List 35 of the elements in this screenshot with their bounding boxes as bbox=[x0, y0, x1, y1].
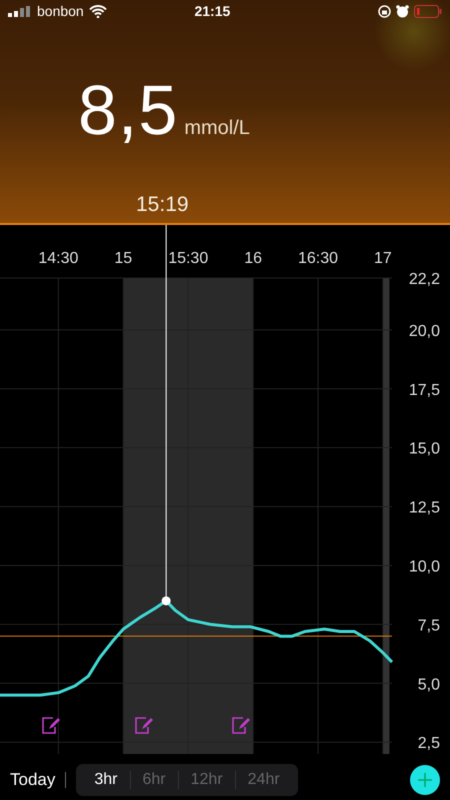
value-label: 22,2 bbox=[408, 271, 440, 288]
value-label: 7,5 bbox=[418, 618, 440, 635]
range-tab[interactable]: 3hr bbox=[82, 771, 130, 790]
plus-icon bbox=[418, 773, 432, 788]
range-tab[interactable]: 24hr bbox=[234, 771, 292, 790]
unit-label: mmol/L bbox=[184, 117, 250, 140]
cursor-line[interactable] bbox=[162, 225, 171, 606]
signal-icon bbox=[8, 6, 32, 16]
wifi-icon bbox=[88, 4, 107, 18]
today-label[interactable]: Today bbox=[10, 770, 56, 790]
glucose-value: 8,5 bbox=[78, 70, 178, 150]
value-label: 10,0 bbox=[408, 558, 440, 576]
time-label: 15:30 bbox=[168, 250, 208, 268]
value-label: 5,0 bbox=[418, 676, 440, 694]
note-icon[interactable] bbox=[42, 718, 60, 734]
value-label: 12,5 bbox=[408, 500, 440, 517]
clock-time: 21:15 bbox=[193, 3, 232, 19]
value-label: 17,5 bbox=[408, 382, 440, 400]
carrier-name: bonbon bbox=[37, 3, 84, 19]
value-label: 20,0 bbox=[408, 323, 440, 340]
range-tab[interactable]: 12hr bbox=[178, 771, 235, 790]
value-label: 2,5 bbox=[418, 736, 440, 753]
battery-icon bbox=[414, 4, 442, 18]
rotation-lock-icon bbox=[378, 4, 391, 18]
range-tab[interactable]: 6hr bbox=[130, 771, 178, 790]
cursor-time: 15:19 bbox=[136, 193, 190, 218]
value-label: 15,0 bbox=[408, 441, 440, 458]
time-label: 15 bbox=[114, 250, 132, 268]
time-label: 16 bbox=[244, 250, 262, 268]
note-icon[interactable] bbox=[232, 718, 250, 734]
time-label: 14:30 bbox=[38, 250, 78, 268]
time-label: 16:30 bbox=[298, 250, 338, 268]
time-label: 17 bbox=[374, 250, 392, 268]
add-button[interactable] bbox=[410, 765, 440, 796]
note-icon[interactable] bbox=[135, 718, 153, 734]
